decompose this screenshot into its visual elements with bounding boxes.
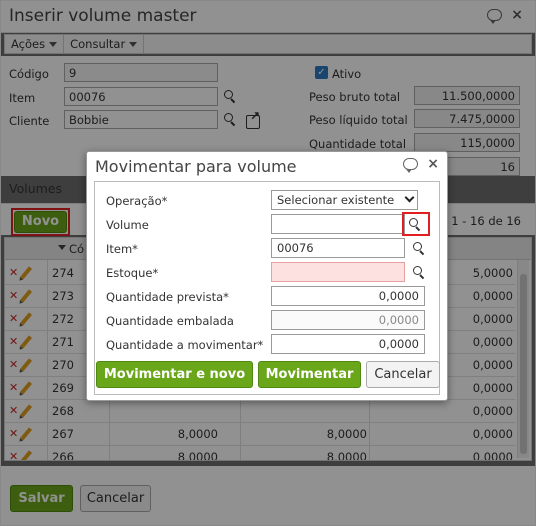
qtd-movimentar-label: Quantidade a movimentar*: [106, 338, 264, 352]
chevron-down-icon: [404, 192, 415, 203]
volume-field[interactable]: [271, 214, 405, 234]
search-icon[interactable]: [413, 266, 425, 278]
volume-label: Volume: [106, 218, 149, 232]
dialog-title: Movimentar para volume: [95, 157, 297, 176]
dialog-body: Operação* Selecionar existente Volume It…: [94, 181, 440, 395]
estoque-label: Estoque*: [106, 266, 159, 280]
search-icon[interactable]: [413, 242, 425, 254]
movimentar-button[interactable]: Movimentar: [258, 361, 361, 388]
qtd-embalada-field: 0,0000: [271, 310, 425, 330]
estoque-field[interactable]: [271, 262, 405, 282]
operacao-value: Selecionar existente: [277, 193, 395, 207]
item-label: Item*: [106, 242, 138, 256]
operacao-label: Operação*: [106, 194, 168, 208]
dialog-title-icons: ×: [403, 157, 439, 173]
movimentar-e-novo-button[interactable]: Movimentar e novo: [96, 361, 253, 388]
highlight-box: [402, 212, 430, 236]
close-icon[interactable]: ×: [427, 157, 439, 171]
cancelar-dialog-button[interactable]: Cancelar: [366, 361, 440, 388]
app-frame: Inserir volume master × Ações Consultar …: [0, 0, 536, 526]
qtd-prevista-field[interactable]: 0,0000: [271, 286, 425, 306]
qtd-embalada-label: Quantidade embalada: [106, 314, 234, 328]
item-field[interactable]: 00076: [271, 238, 405, 258]
operacao-select[interactable]: Selecionar existente: [271, 190, 418, 210]
qtd-movimentar-field[interactable]: 0,0000: [271, 334, 425, 354]
qtd-prevista-label: Quantidade prevista*: [106, 290, 229, 304]
movimentar-dialog: Movimentar para volume × Operação* Selec…: [86, 151, 448, 401]
chat-icon[interactable]: [403, 158, 419, 173]
